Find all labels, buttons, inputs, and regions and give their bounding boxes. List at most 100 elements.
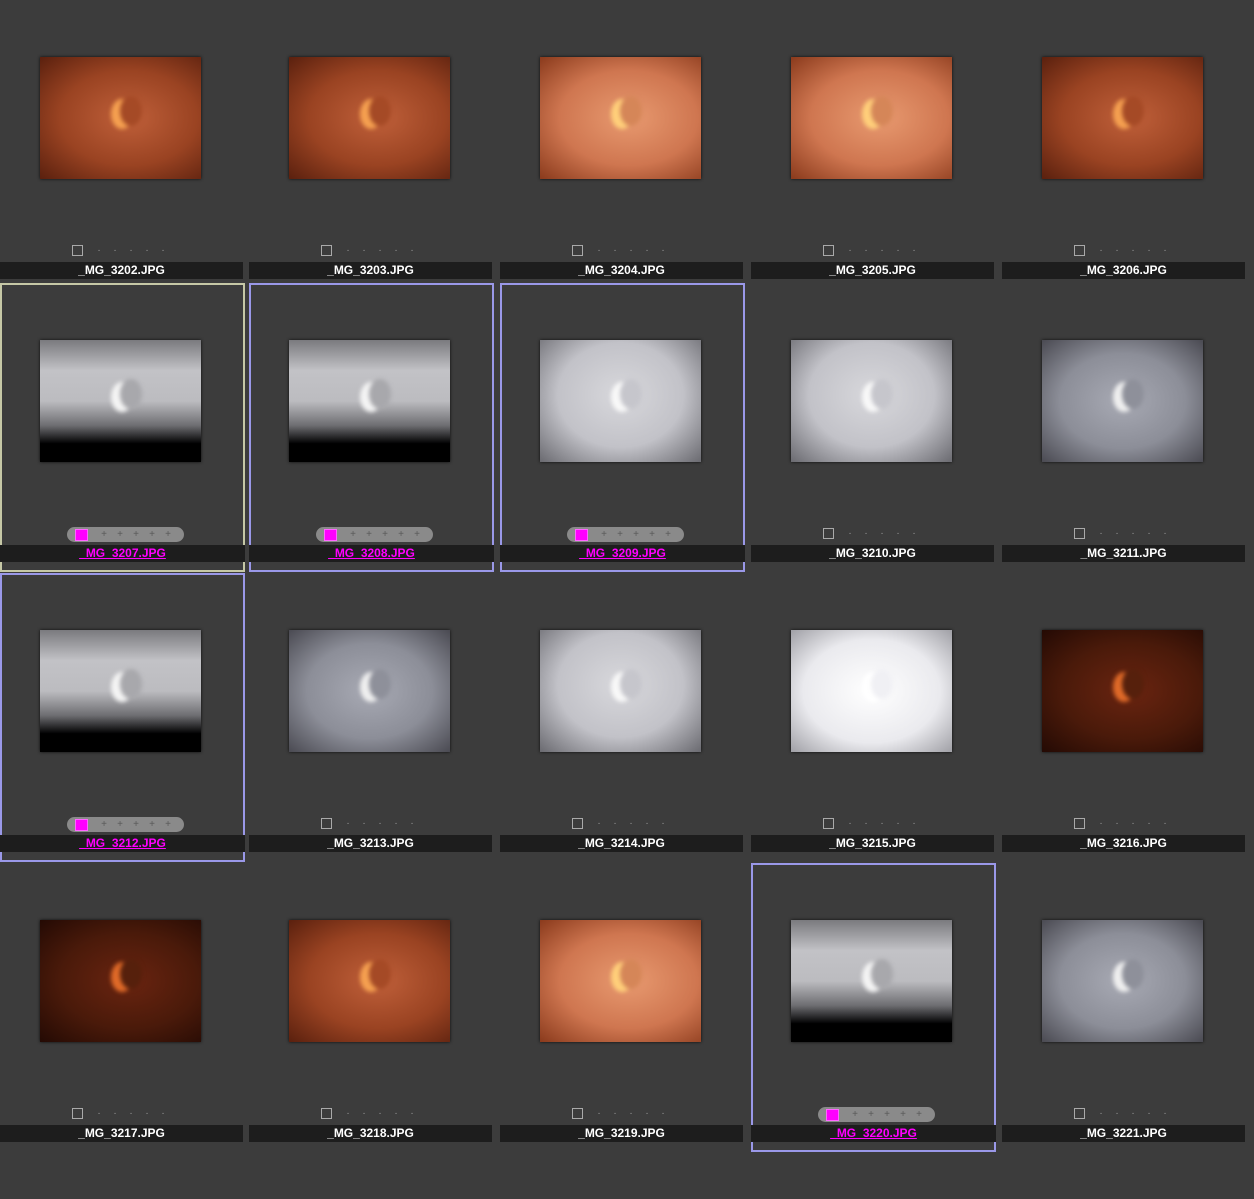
thumbnail-cell[interactable]: + + + + + _MG_3209.JPG xyxy=(500,283,745,572)
rating-star-icon[interactable]: + xyxy=(612,529,628,540)
rating-star-icon[interactable]: · xyxy=(404,1108,420,1119)
rating-star-icon[interactable]: · xyxy=(155,1108,171,1119)
rating-star-icon[interactable]: · xyxy=(404,818,420,829)
rating-star-icon[interactable]: + xyxy=(96,819,112,830)
rating-bar[interactable]: · · · · · xyxy=(823,817,922,830)
rating-star-icon[interactable]: · xyxy=(906,528,922,539)
tag-checkbox[interactable] xyxy=(823,245,834,256)
rating-star-icon[interactable]: · xyxy=(1109,245,1125,256)
tag-checkbox[interactable] xyxy=(72,245,83,256)
rating-star-icon[interactable]: + xyxy=(863,1109,879,1120)
rating-bar[interactable]: · · · · · xyxy=(1074,817,1173,830)
rating-star-icon[interactable]: · xyxy=(1125,245,1141,256)
tag-checkbox[interactable] xyxy=(572,818,583,829)
rating-star-icon[interactable]: · xyxy=(858,245,874,256)
thumbnail-cell[interactable]: + + + + + _MG_3208.JPG xyxy=(249,283,494,572)
rating-star-icon[interactable]: · xyxy=(1141,818,1157,829)
rating-star-icon[interactable]: · xyxy=(1157,528,1173,539)
rating-star-icon[interactable]: · xyxy=(623,245,639,256)
rating-bar[interactable]: + + + + + xyxy=(67,527,184,542)
tag-checkbox[interactable] xyxy=(1074,818,1085,829)
tag-checkbox[interactable] xyxy=(321,245,332,256)
thumbnail-cell[interactable]: · · · · · _MG_3204.JPG xyxy=(500,0,745,289)
rating-star-icon[interactable]: · xyxy=(591,818,607,829)
rating-star-icon[interactable]: + xyxy=(144,819,160,830)
thumbnail-cell[interactable]: · · · · · _MG_3202.JPG xyxy=(0,0,245,289)
rating-star-icon[interactable]: · xyxy=(906,818,922,829)
rating-star-icon[interactable]: · xyxy=(1093,1108,1109,1119)
rating-bar[interactable]: + + + + + xyxy=(567,527,684,542)
rating-star-icon[interactable]: · xyxy=(1109,1108,1125,1119)
rating-star-icon[interactable]: + xyxy=(96,529,112,540)
rating-star-icon[interactable]: · xyxy=(655,245,671,256)
rating-star-icon[interactable]: · xyxy=(123,245,139,256)
rating-star-icon[interactable]: · xyxy=(639,245,655,256)
rating-star-icon[interactable]: · xyxy=(639,1108,655,1119)
rating-star-icon[interactable]: · xyxy=(842,245,858,256)
thumbnail-image[interactable] xyxy=(1042,630,1203,752)
rating-star-icon[interactable]: · xyxy=(1109,528,1125,539)
rating-star-icon[interactable]: · xyxy=(1093,245,1109,256)
rating-star-icon[interactable]: + xyxy=(160,819,176,830)
tag-checkbox[interactable] xyxy=(1074,528,1085,539)
rating-star-icon[interactable]: · xyxy=(906,245,922,256)
thumbnail-cell[interactable]: · · · · · _MG_3217.JPG xyxy=(0,863,245,1152)
rating-bar[interactable]: · · · · · xyxy=(1074,244,1173,257)
rating-star-icon[interactable]: · xyxy=(139,245,155,256)
rating-star-icon[interactable]: · xyxy=(591,1108,607,1119)
rating-star-icon[interactable]: + xyxy=(160,529,176,540)
rating-star-icon[interactable]: + xyxy=(409,529,425,540)
rating-bar[interactable]: · · · · · xyxy=(1074,527,1173,540)
thumbnail-image[interactable] xyxy=(40,340,201,462)
rating-star-icon[interactable]: · xyxy=(388,1108,404,1119)
thumbnail-image[interactable] xyxy=(1042,57,1203,179)
thumbnail-image[interactable] xyxy=(289,57,450,179)
rating-star-icon[interactable]: · xyxy=(107,245,123,256)
rating-star-icon[interactable]: · xyxy=(356,245,372,256)
rating-star-icon[interactable]: · xyxy=(1157,1108,1173,1119)
rating-star-icon[interactable]: + xyxy=(596,529,612,540)
rating-star-icon[interactable]: · xyxy=(388,245,404,256)
rating-star-icon[interactable]: · xyxy=(639,818,655,829)
rating-star-icon[interactable]: · xyxy=(1125,818,1141,829)
rating-star-icon[interactable]: · xyxy=(340,245,356,256)
rating-star-icon[interactable]: + xyxy=(847,1109,863,1120)
thumbnail-image[interactable] xyxy=(289,340,450,462)
rating-star-icon[interactable]: + xyxy=(377,529,393,540)
rating-star-icon[interactable]: · xyxy=(858,528,874,539)
rating-star-icon[interactable]: · xyxy=(372,245,388,256)
thumbnail-image[interactable] xyxy=(40,630,201,752)
thumbnail-image[interactable] xyxy=(40,57,201,179)
rating-star-icon[interactable]: · xyxy=(1125,528,1141,539)
rating-bar[interactable]: · · · · · xyxy=(823,527,922,540)
thumbnail-image[interactable] xyxy=(40,920,201,1042)
rating-bar[interactable]: · · · · · xyxy=(321,244,420,257)
rating-star-icon[interactable]: + xyxy=(112,819,128,830)
rating-star-icon[interactable]: · xyxy=(388,818,404,829)
rating-star-icon[interactable]: · xyxy=(623,1108,639,1119)
rating-star-icon[interactable]: + xyxy=(895,1109,911,1120)
rating-star-icon[interactable]: · xyxy=(607,245,623,256)
thumbnail-cell[interactable]: · · · · · _MG_3213.JPG xyxy=(249,573,494,862)
rating-star-icon[interactable]: · xyxy=(874,528,890,539)
rating-star-icon[interactable]: + xyxy=(144,529,160,540)
thumbnail-cell[interactable]: + + + + + _MG_3220.JPG xyxy=(751,863,996,1152)
thumbnail-image[interactable] xyxy=(289,920,450,1042)
rating-star-icon[interactable]: + xyxy=(112,529,128,540)
thumbnail-image[interactable] xyxy=(791,920,952,1042)
rating-star-icon[interactable]: · xyxy=(107,1108,123,1119)
tag-checkbox[interactable] xyxy=(823,528,834,539)
rating-star-icon[interactable]: · xyxy=(842,818,858,829)
rating-star-icon[interactable]: · xyxy=(874,245,890,256)
rating-star-icon[interactable]: · xyxy=(123,1108,139,1119)
thumbnail-image[interactable] xyxy=(1042,340,1203,462)
rating-star-icon[interactable]: · xyxy=(607,818,623,829)
rating-star-icon[interactable]: · xyxy=(404,245,420,256)
thumbnail-cell[interactable]: · · · · · _MG_3216.JPG xyxy=(1002,573,1247,862)
rating-star-icon[interactable]: · xyxy=(372,818,388,829)
rating-star-icon[interactable]: · xyxy=(1125,1108,1141,1119)
tag-checkbox[interactable] xyxy=(72,1108,83,1119)
rating-star-icon[interactable]: · xyxy=(91,245,107,256)
rating-star-icon[interactable]: · xyxy=(1093,528,1109,539)
tag-checkbox[interactable] xyxy=(1074,245,1085,256)
